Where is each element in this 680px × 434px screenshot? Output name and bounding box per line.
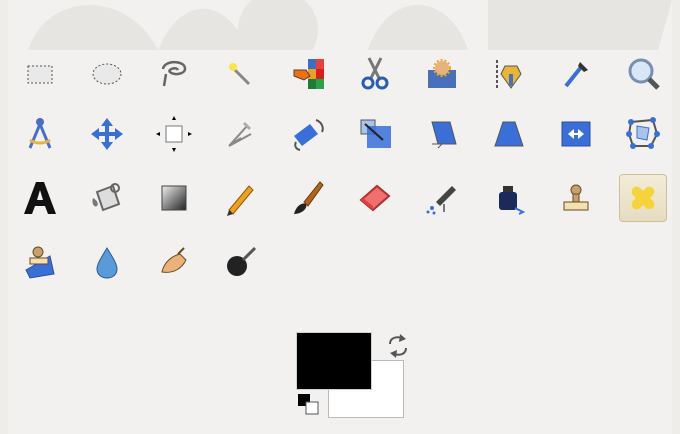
foreground-color-swatch[interactable] [296,332,372,390]
wilber-logo-background [28,0,672,50]
shear-icon[interactable] [418,110,466,158]
free-select-icon[interactable] [150,50,198,98]
paintbrush-icon[interactable] [284,174,332,222]
bucket-fill-icon[interactable] [83,174,131,222]
perspective-clone-icon[interactable] [16,238,64,286]
toolbox-window [8,0,672,434]
blend-icon[interactable] [150,174,198,222]
color-area [296,332,416,424]
align-icon[interactable] [150,110,198,158]
paths-icon[interactable] [485,50,533,98]
ink-icon[interactable] [485,174,533,222]
foreground-select-icon[interactable] [418,50,466,98]
select-by-color-icon[interactable] [284,50,332,98]
color-picker-icon[interactable] [552,50,600,98]
dodge-burn-icon[interactable] [217,238,265,286]
move-icon[interactable] [83,110,131,158]
eraser-icon[interactable] [351,174,399,222]
smudge-icon[interactable] [150,238,198,286]
airbrush-icon[interactable] [418,174,466,222]
heal-icon[interactable] [619,174,667,222]
cage-transform-icon[interactable] [619,110,667,158]
scissors-select-icon[interactable] [351,50,399,98]
rect-select-icon[interactable] [16,50,64,98]
perspective-icon[interactable] [485,110,533,158]
clone-icon[interactable] [552,174,600,222]
text-icon[interactable] [16,174,64,222]
measure-icon[interactable] [16,110,64,158]
flip-icon[interactable] [552,110,600,158]
scale-icon[interactable] [351,110,399,158]
reset-colors-icon[interactable] [296,392,322,418]
rotate-icon[interactable] [284,110,332,158]
zoom-icon[interactable] [619,50,667,98]
blur-sharpen-icon[interactable] [83,238,131,286]
swap-colors-icon[interactable] [384,332,412,360]
ellipse-select-icon[interactable] [83,50,131,98]
fuzzy-select-icon[interactable] [217,50,265,98]
pencil-icon[interactable] [217,174,265,222]
crop-icon[interactable] [217,110,265,158]
